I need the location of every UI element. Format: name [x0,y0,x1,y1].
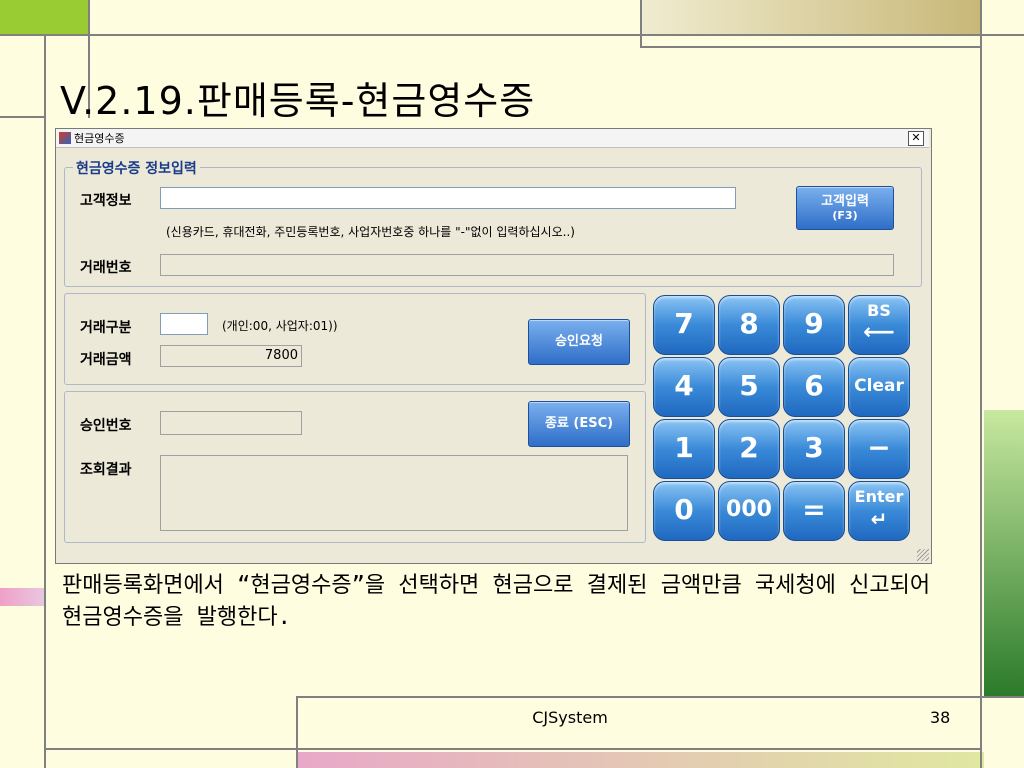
customer-input-button-label: 고객입력 [821,194,869,209]
key-5[interactable]: 5 [718,357,780,417]
backspace-label: BS [867,301,891,320]
decor-green-side [984,410,1024,698]
key-000[interactable]: 000 [718,481,780,541]
key-8[interactable]: 8 [718,295,780,355]
key-7[interactable]: 7 [653,295,715,355]
result-label: 조회결과 [80,462,132,478]
trade-type-hint: (개인:00, 사업자:01)) [222,319,338,333]
decor-line [640,0,642,48]
exit-button[interactable]: 종료 (ESC) [528,401,630,447]
key-6[interactable]: 6 [783,357,845,417]
decor-line [980,0,982,768]
minus-button[interactable]: − [848,419,910,479]
decor-line [640,46,980,48]
key-0[interactable]: 0 [653,481,715,541]
trade-type-input[interactable] [160,313,208,335]
slide-title: V.2.19.판매등록-현금영수증 [60,79,536,123]
backspace-arrow-icon: ⟵ [863,320,895,345]
slide-body-text: 판매등록화면에서 “현금영수증”을 선택하면 현금으로 결제된 금액만큼 국세청… [62,573,931,630]
decor-line [296,696,298,768]
decor-line [296,696,982,698]
customer-info-input[interactable] [160,187,736,209]
key-4[interactable]: 4 [653,357,715,417]
key-3[interactable]: 3 [783,419,845,479]
key-9[interactable]: 9 [783,295,845,355]
transaction-no-input [160,254,894,276]
result-area [160,455,628,531]
window-title: 현금영수증 [74,132,125,145]
app-icon [59,132,71,144]
decor-tan-block [640,0,980,34]
enter-arrow-icon: ↵ [870,507,888,531]
decor-green-block [0,0,88,34]
customer-input-button-shortcut: (F3) [832,209,858,222]
transaction-no-label: 거래번호 [80,260,132,276]
trade-amount-input: 7800 [160,345,302,367]
group-title: 현금영수증 정보입력 [73,158,200,178]
decor-line [44,34,46,768]
approval-no-label: 승인번호 [80,418,132,434]
window-titlebar: 현금영수증 ✕ [56,129,929,148]
approval-no-input [160,411,302,435]
close-icon[interactable]: ✕ [908,131,924,146]
clear-button[interactable]: Clear [848,357,910,417]
enter-label: Enter [854,487,904,506]
customer-info-label: 고객정보 [80,193,132,209]
trade-type-label: 거래구분 [80,320,132,336]
enter-button[interactable]: Enter ↵ [848,481,910,541]
key-1[interactable]: 1 [653,419,715,479]
key-2[interactable]: 2 [718,419,780,479]
customer-input-button[interactable]: 고객입력 (F3) [796,186,894,230]
decor-line [46,748,982,750]
cash-receipt-window: 현금영수증 ✕ 현금영수증 정보입력 고객정보 (신용카드, 휴대전화, 주민등… [55,128,932,564]
decor-bottom-bar [298,752,984,768]
decor-line [982,696,1024,698]
customer-info-hint: (신용카드, 휴대전화, 주민등록번호, 사업자번호중 하나를 "-"없이 입력… [166,225,575,239]
decor-line [0,116,46,118]
backspace-button[interactable]: BS ⟵ [848,295,910,355]
trade-amount-label: 거래금액 [80,352,132,368]
resize-grip[interactable] [917,549,929,561]
decor-pink-block [0,588,46,606]
decor-line [0,34,1024,36]
page-number: 38 [930,708,951,727]
approval-request-button[interactable]: 승인요청 [528,319,630,365]
equals-button[interactable]: = [783,481,845,541]
footer-label: CJSystem [532,708,608,727]
